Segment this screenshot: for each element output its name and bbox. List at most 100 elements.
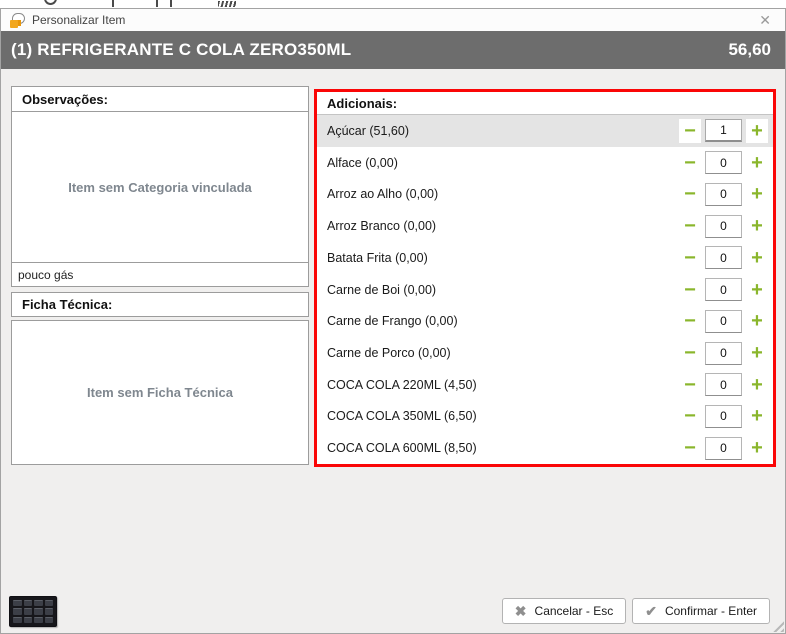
additional-label: COCA COLA 600ML (8,50) [327, 441, 477, 455]
increase-button[interactable]: + [746, 436, 768, 460]
dialog-titlebar: Personalizar Item ✕ [1, 9, 785, 31]
additionals-list: Açúcar (51,60) − + Alface (0,00) − + Arr… [317, 115, 773, 464]
confirm-button[interactable]: ✔ Confirmar - Enter [632, 598, 770, 624]
additional-label: Carne de Boi (0,00) [327, 283, 436, 297]
dialog-body: Observações: Item sem Categoria vinculad… [1, 69, 785, 633]
quantity-input[interactable] [705, 278, 742, 301]
additional-label: COCA COLA 220ML (4,50) [327, 378, 477, 392]
decrease-button[interactable]: − [679, 119, 701, 143]
cancel-button-label: Cancelar - Esc [535, 604, 614, 618]
quantity-stepper: − + [679, 214, 768, 238]
increase-button[interactable]: + [746, 373, 768, 397]
decrease-button[interactable]: − [679, 278, 701, 302]
background-glyph-fragment [112, 0, 114, 7]
additional-row[interactable]: Alface (0,00) − + [317, 147, 773, 179]
technical-sheet-header: Ficha Técnica: [11, 292, 309, 317]
virtual-keyboard-icon[interactable] [9, 596, 57, 627]
background-glyph-fragment [218, 1, 236, 7]
confirm-button-label: Confirmar - Enter [665, 604, 757, 618]
additionals-header: Adicionais: [317, 92, 773, 115]
increase-button[interactable]: + [746, 151, 768, 175]
increase-button[interactable]: + [746, 119, 768, 143]
additional-row[interactable]: COCA COLA 350ML (6,50) − + [317, 401, 773, 433]
quantity-stepper: − + [679, 309, 768, 333]
increase-button[interactable]: + [746, 278, 768, 302]
observations-box: Item sem Categoria vinculada [11, 111, 309, 263]
quantity-input[interactable] [705, 215, 742, 238]
quantity-input[interactable] [705, 437, 742, 460]
quantity-stepper: − + [679, 278, 768, 302]
quantity-input[interactable] [705, 342, 742, 365]
decrease-button[interactable]: − [679, 373, 701, 397]
increase-button[interactable]: + [746, 246, 768, 270]
quantity-input[interactable] [705, 310, 742, 333]
quantity-input[interactable] [705, 151, 742, 174]
screen: Personalizar Item ✕ (1) REFRIGERANTE C C… [0, 0, 786, 634]
additional-row[interactable]: Açúcar (51,60) − + [317, 115, 773, 147]
background-glyph-fragment [156, 0, 158, 7]
decrease-button[interactable]: − [679, 182, 701, 206]
quantity-input[interactable] [705, 405, 742, 428]
cancel-button[interactable]: ✖ Cancelar - Esc [502, 598, 626, 624]
item-name: (1) REFRIGERANTE C COLA ZERO350ML [11, 40, 351, 60]
left-column: Observações: Item sem Categoria vinculad… [11, 86, 309, 465]
increase-button[interactable]: + [746, 404, 768, 428]
quantity-stepper: − + [679, 182, 768, 206]
decrease-button[interactable]: − [679, 151, 701, 175]
personalize-item-icon [9, 13, 26, 28]
additional-label: Alface (0,00) [327, 156, 398, 170]
background-window-fragment [0, 0, 786, 8]
quantity-input[interactable] [705, 246, 742, 269]
additional-label: Carne de Frango (0,00) [327, 314, 458, 328]
additional-label: Arroz Branco (0,00) [327, 219, 436, 233]
additional-row[interactable]: Arroz ao Alho (0,00) − + [317, 178, 773, 210]
additional-row[interactable]: Carne de Frango (0,00) − + [317, 305, 773, 337]
personalize-item-dialog: Personalizar Item ✕ (1) REFRIGERANTE C C… [0, 8, 786, 634]
quantity-input[interactable] [705, 119, 742, 142]
quantity-stepper: − + [679, 373, 768, 397]
decrease-button[interactable]: − [679, 436, 701, 460]
decrease-button[interactable]: − [679, 309, 701, 333]
quantity-stepper: − + [679, 246, 768, 270]
additional-label: Açúcar (51,60) [327, 124, 409, 138]
confirm-check-icon: ✔ [645, 604, 657, 618]
close-icon[interactable]: ✕ [753, 11, 777, 29]
additional-label: COCA COLA 350ML (6,50) [327, 409, 477, 423]
cancel-x-icon: ✖ [515, 604, 527, 618]
background-glyph-fragment [170, 0, 172, 7]
additional-row[interactable]: COCA COLA 600ML (8,50) − + [317, 432, 773, 464]
quantity-input[interactable] [705, 373, 742, 396]
decrease-button[interactable]: − [679, 341, 701, 365]
technical-sheet-empty-text: Item sem Ficha Técnica [87, 385, 233, 400]
additional-row[interactable]: COCA COLA 220ML (4,50) − + [317, 369, 773, 401]
observations-empty-text: Item sem Categoria vinculada [68, 180, 252, 195]
additional-label: Carne de Porco (0,00) [327, 346, 451, 360]
decrease-button[interactable]: − [679, 404, 701, 428]
increase-button[interactable]: + [746, 309, 768, 333]
decrease-button[interactable]: − [679, 246, 701, 270]
quantity-stepper: − + [679, 436, 768, 460]
technical-sheet-box: Item sem Ficha Técnica [11, 320, 309, 465]
increase-button[interactable]: + [746, 341, 768, 365]
item-price: 56,60 [728, 40, 771, 60]
additional-row[interactable]: Carne de Boi (0,00) − + [317, 274, 773, 306]
quantity-input[interactable] [705, 183, 742, 206]
quantity-stepper: − + [679, 151, 768, 175]
additional-row[interactable]: Batata Frita (0,00) − + [317, 242, 773, 274]
additionals-panel: Adicionais: Açúcar (51,60) − + Alface (0… [314, 89, 776, 467]
background-glyph-fragment [44, 0, 57, 5]
additional-row[interactable]: Arroz Branco (0,00) − + [317, 210, 773, 242]
additional-label: Batata Frita (0,00) [327, 251, 428, 265]
increase-button[interactable]: + [746, 182, 768, 206]
item-header-bar: (1) REFRIGERANTE C COLA ZERO350ML 56,60 [1, 31, 785, 69]
increase-button[interactable]: + [746, 214, 768, 238]
quantity-stepper: − + [679, 119, 768, 143]
additional-label: Arroz ao Alho (0,00) [327, 187, 438, 201]
quantity-stepper: − + [679, 404, 768, 428]
decrease-button[interactable]: − [679, 214, 701, 238]
footer-buttons: ✖ Cancelar - Esc ✔ Confirmar - Enter [502, 598, 770, 624]
additional-row[interactable]: Carne de Porco (0,00) − + [317, 337, 773, 369]
keyboard-keys-graphic [13, 600, 53, 623]
quantity-stepper: − + [679, 341, 768, 365]
observation-entry[interactable]: pouco gás [11, 262, 309, 287]
